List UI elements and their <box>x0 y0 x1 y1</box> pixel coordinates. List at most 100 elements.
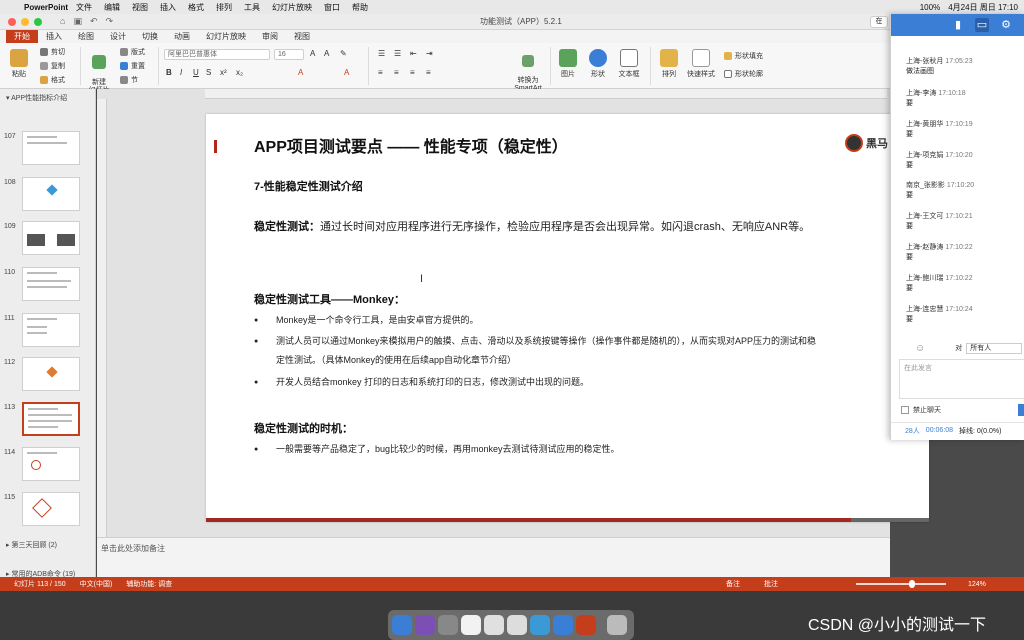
trash-icon[interactable] <box>607 615 627 635</box>
shape-outline-button[interactable]: 形状轮廓 <box>724 69 763 79</box>
app-menu[interactable]: PowerPoint <box>24 3 68 12</box>
section-heading-timing[interactable]: 稳定性测试的时机： <box>254 420 353 436</box>
textbox-button[interactable]: 文本框 <box>616 49 642 79</box>
shrink-font-icon[interactable]: A <box>324 49 329 58</box>
section-button[interactable]: 节 <box>120 75 138 85</box>
menu-slideshow[interactable]: 幻灯片放映 <box>272 2 312 13</box>
minimize-window-button[interactable] <box>21 17 29 26</box>
screen-share-icon[interactable]: ▭ <box>975 18 989 32</box>
new-slide-button[interactable]: 新建 幻灯片 <box>86 47 112 95</box>
bullets-icon[interactable]: ☰ <box>378 49 385 58</box>
thumbnail-112[interactable]: 112 <box>0 357 96 397</box>
powerpoint-icon[interactable] <box>576 615 596 635</box>
mute-chat-toggle[interactable]: 禁止聊天 <box>901 405 941 415</box>
section-heading-monkey[interactable]: 稳定性测试工具——Monkey： <box>254 291 405 307</box>
align-center-icon[interactable]: ≡ <box>394 68 399 77</box>
tab-review[interactable]: 审阅 <box>254 30 286 43</box>
current-slide[interactable]: APP项目测试要点 —— 性能专项（稳定性） 黑马程 7-性能稳定性测试介绍 稳… <box>206 114 929 522</box>
meeting-icon[interactable] <box>530 615 550 635</box>
increase-indent-icon[interactable]: ⇥ <box>426 49 433 58</box>
redo-icon[interactable]: ↷ <box>106 16 114 27</box>
quick-styles-button[interactable]: 快速样式 <box>686 49 716 79</box>
bullet-timing-1[interactable]: 一般需要等产品稳定了，bug比较少的时候，再用monkey去测试待测试应用的稳定… <box>254 440 824 459</box>
justify-icon[interactable]: ≡ <box>426 68 431 77</box>
font-color-icon[interactable]: A <box>344 68 349 77</box>
menu-window[interactable]: 窗口 <box>324 2 340 13</box>
thumbnail-109[interactable]: 109 <box>0 221 96 261</box>
section-header[interactable]: ▾ APP性能指标介绍 <box>0 89 95 103</box>
save-icon[interactable]: ▣ <box>73 16 82 27</box>
photos-icon[interactable] <box>484 615 504 635</box>
paste-button[interactable]: 粘贴 <box>8 49 30 79</box>
align-left-icon[interactable]: ≡ <box>378 68 383 77</box>
clock-label[interactable]: 4月24日 周日 17:10 <box>948 2 1018 13</box>
launchpad-icon[interactable] <box>438 615 458 635</box>
close-window-button[interactable] <box>8 17 16 26</box>
section-heading-intro[interactable]: 7-性能稳定性测试介绍 <box>254 178 363 194</box>
subscript-icon[interactable]: x₂ <box>236 68 243 77</box>
menu-help[interactable]: 帮助 <box>352 2 368 13</box>
align-right-icon[interactable]: ≡ <box>410 68 415 77</box>
format-painter-button[interactable]: 格式 <box>40 75 65 85</box>
font-size-select[interactable]: 16 <box>274 49 304 60</box>
layout-button[interactable]: 版式 <box>120 47 145 57</box>
menu-insert[interactable]: 插入 <box>160 2 176 13</box>
tab-slideshow[interactable]: 幻灯片放映 <box>198 30 254 43</box>
slide-title[interactable]: APP项目测试要点 —— 性能专项（稳定性） <box>254 133 568 157</box>
language-indicator[interactable]: 中文(中国) <box>80 579 113 589</box>
clear-format-icon[interactable]: ✎ <box>340 49 347 58</box>
cloud-icon[interactable] <box>553 615 573 635</box>
thumbnail-115[interactable]: 115 <box>0 492 96 532</box>
bullet-monkey-1[interactable]: Monkey是一个命令行工具，是由安卓官方提供的。 <box>254 311 824 330</box>
cut-button[interactable]: 剪切 <box>40 47 65 57</box>
tab-design[interactable]: 设计 <box>102 30 134 43</box>
grow-font-icon[interactable]: A <box>310 49 315 58</box>
thumbnail-113[interactable]: 113 <box>0 402 96 442</box>
home-icon[interactable]: ⌂ <box>60 16 65 27</box>
menu-file[interactable]: 文件 <box>76 2 92 13</box>
tab-insert[interactable]: 插入 <box>38 30 70 43</box>
mute-checkbox[interactable] <box>901 406 909 414</box>
convert-smartart-button[interactable]: 转换为 SmartArt <box>510 47 546 93</box>
notes-toggle[interactable]: 备注 <box>726 579 740 589</box>
menu-edit[interactable]: 编辑 <box>104 2 120 13</box>
arrange-button[interactable]: 排列 <box>656 49 682 79</box>
recipient-select[interactable]: 所有人 <box>966 342 1023 354</box>
menu-arrange[interactable]: 排列 <box>216 2 232 13</box>
chat-input[interactable]: 在此发言 <box>899 359 1024 399</box>
comments-toggle[interactable]: 批注 <box>764 579 778 589</box>
thumbnail-107[interactable]: 107 <box>0 131 96 171</box>
notes-pane[interactable]: 单击此处添加备注 <box>97 537 890 577</box>
shape-fill-button[interactable]: 形状填充 <box>724 51 763 61</box>
menu-tools[interactable]: 工具 <box>244 2 260 13</box>
strikethrough-icon[interactable]: S <box>206 68 211 77</box>
picture-button[interactable]: 图片 <box>556 49 580 79</box>
tab-draw[interactable]: 绘图 <box>70 30 102 43</box>
tab-home[interactable]: 开始 <box>6 30 38 43</box>
bold-icon[interactable]: B <box>166 68 172 77</box>
search-field[interactable]: 在 <box>870 16 888 28</box>
italic-icon[interactable]: I <box>180 68 182 77</box>
underline-icon[interactable]: U <box>193 68 199 77</box>
shape-button[interactable]: 形状 <box>586 49 610 79</box>
typora-icon[interactable] <box>461 615 481 635</box>
superscript-icon[interactable]: x² <box>220 68 227 77</box>
zoom-level[interactable]: 124% <box>968 581 986 588</box>
reset-button[interactable]: 重置 <box>120 61 145 71</box>
tab-animations[interactable]: 动画 <box>166 30 198 43</box>
section-review[interactable]: ▸ 第三天回顾 (2) <box>6 540 57 550</box>
zoom-slider-handle[interactable] <box>908 580 915 588</box>
decrease-indent-icon[interactable]: ⇤ <box>410 49 417 58</box>
undo-icon[interactable]: ↶ <box>90 16 98 27</box>
tab-transitions[interactable]: 切换 <box>134 30 166 43</box>
bullet-monkey-2[interactable]: 测试人员可以通过Monkey来模拟用户的触摸、点击、滑动以及系统按键等操作（操作… <box>254 332 824 370</box>
emoji-icon[interactable]: ☺ <box>915 343 925 354</box>
numbering-icon[interactable]: ☰ <box>394 49 401 58</box>
settings-icon[interactable]: ⚙ <box>999 18 1013 32</box>
thumbnail-114[interactable]: 114 <box>0 447 96 487</box>
siri-icon[interactable] <box>415 615 435 635</box>
stability-definition[interactable]: 稳定性测试：通过长时间对应用程序进行无序操作，检验应用程序是否会出现异常。如闪退… <box>254 217 824 238</box>
chrome-icon[interactable] <box>507 615 527 635</box>
copy-button[interactable]: 复制 <box>40 61 65 71</box>
zoom-slider[interactable] <box>856 583 946 585</box>
